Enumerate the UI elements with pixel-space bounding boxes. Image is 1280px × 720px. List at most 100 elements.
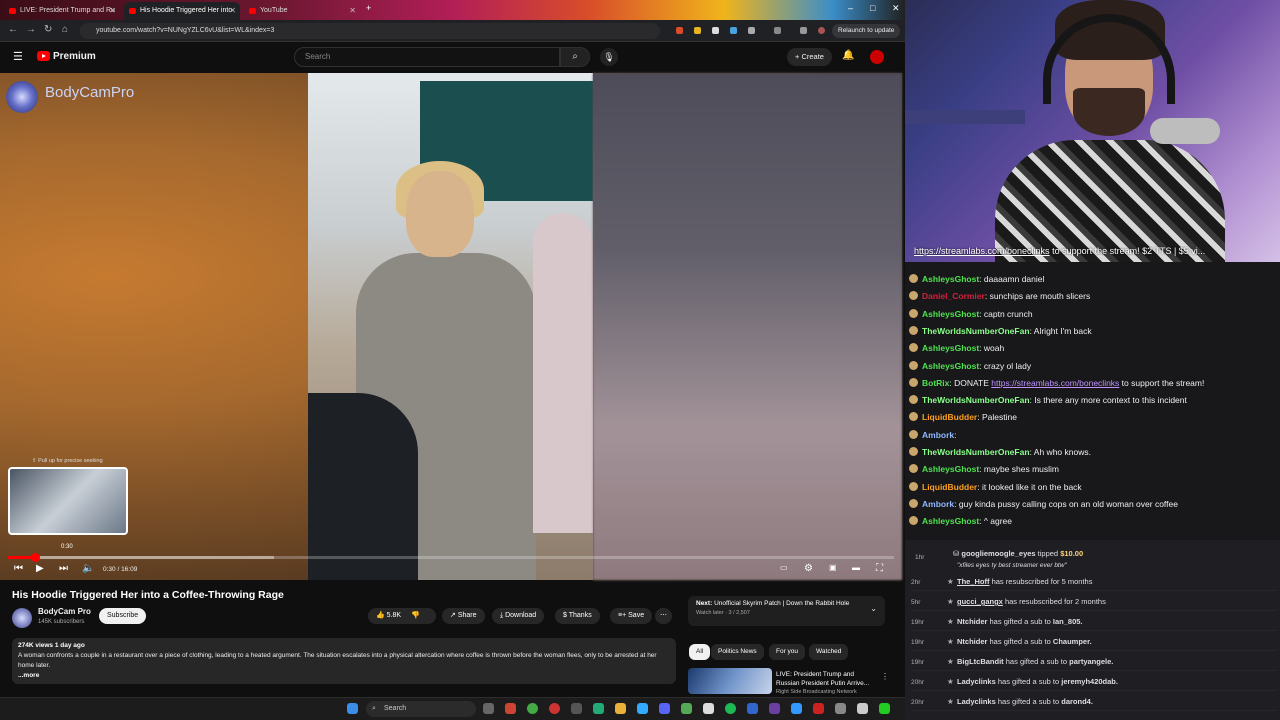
kebab-menu-icon[interactable]: ⋮ (881, 672, 889, 681)
close-tab-icon[interactable]: ✕ (109, 2, 116, 20)
chat-username[interactable]: BotRix (922, 378, 949, 388)
progress-bar[interactable] (8, 553, 894, 562)
share-button[interactable]: ↗ Share (442, 608, 485, 624)
more-actions-button[interactable]: ⋯ (655, 608, 672, 624)
extension-icon[interactable] (712, 27, 719, 34)
search-input[interactable]: Search (294, 47, 560, 67)
app-icon[interactable] (813, 703, 824, 714)
chat-username[interactable]: AshleysGhost (922, 343, 979, 353)
app-icon[interactable] (879, 703, 890, 714)
chip-for-you[interactable]: For you (769, 644, 806, 660)
menu-icon[interactable]: ☰ (13, 50, 23, 63)
app-icon[interactable] (593, 703, 604, 714)
chevron-down-icon[interactable]: ⌄ (870, 604, 877, 613)
app-icon[interactable] (681, 703, 692, 714)
next-icon[interactable]: ⏭ (59, 563, 68, 574)
recommended-thumbnail[interactable] (688, 668, 772, 694)
chip-watched[interactable]: Watched (809, 644, 849, 660)
app-icon[interactable] (703, 703, 714, 714)
chat-username[interactable]: Ambork (922, 430, 954, 440)
discord-icon[interactable] (659, 703, 670, 714)
scrubber-handle[interactable] (31, 553, 41, 562)
playlist-next-panel[interactable]: Next: Unofficial Skyrim Patch | Down the… (688, 596, 885, 626)
captions-icon[interactable]: ▭ (780, 563, 788, 572)
event-user[interactable]: Ladyclinks (957, 677, 996, 686)
puzzle-icon[interactable] (748, 27, 755, 34)
close-tab-icon[interactable]: ✕ (349, 2, 356, 20)
search-button[interactable]: ⌕ (560, 47, 590, 67)
chat-username[interactable]: TheWorldsNumberOneFan (922, 395, 1030, 405)
app-icon[interactable] (505, 703, 516, 714)
taskbar-search[interactable]: ⌕ Search (366, 701, 476, 717)
chat-username[interactable]: LiquidBudder (922, 412, 977, 422)
recommended-title[interactable]: LIVE: President Trump and Russian Presid… (776, 670, 878, 688)
new-tab-icon[interactable]: + (366, 3, 371, 13)
home-icon[interactable]: ⌂ (62, 24, 68, 35)
avatar[interactable] (870, 50, 884, 64)
app-icon[interactable] (835, 703, 846, 714)
profile-icon[interactable] (818, 27, 825, 34)
forward-icon[interactable]: → (26, 24, 36, 35)
app-icon[interactable] (747, 703, 758, 714)
like-icon[interactable]: 👍 (376, 612, 385, 619)
chat-username[interactable]: AshleysGhost (922, 464, 979, 474)
chat-username[interactable]: AshleysGhost (922, 516, 979, 526)
create-button[interactable]: + Create (787, 48, 832, 66)
play-icon[interactable]: ▶ (36, 563, 44, 574)
channel-avatar[interactable] (12, 608, 32, 628)
close-window-icon[interactable]: ✕ (892, 3, 900, 14)
download-button[interactable]: ⤓ Download (492, 608, 545, 624)
voice-search-button[interactable]: 🎙 (600, 48, 618, 66)
event-user[interactable]: The_Hoff (957, 577, 990, 586)
address-bar[interactable]: youtube.com/watch?v=NUNgYZLC6vU&list=WL&… (80, 23, 660, 39)
extension-icon[interactable] (676, 27, 683, 34)
tab-youtube[interactable]: YouTube ✕ (244, 2, 360, 20)
description-box[interactable]: 274K views 1 day ago A woman confronts a… (12, 638, 676, 684)
show-more-link[interactable]: ...more (18, 672, 39, 679)
youtube-logo-icon[interactable] (37, 51, 50, 61)
event-target-user[interactable]: jeremyh420dab. (1061, 677, 1118, 686)
dislike-icon[interactable]: 👎 (411, 612, 420, 619)
chat-username[interactable]: TheWorldsNumberOneFan (922, 447, 1030, 457)
subscribe-button[interactable]: Subscribe (99, 608, 147, 624)
extension-icon[interactable] (730, 27, 737, 34)
app-icon[interactable] (571, 703, 582, 714)
app-icon[interactable] (769, 703, 780, 714)
start-icon[interactable] (347, 703, 358, 714)
thanks-button[interactable]: $ Thanks (555, 608, 600, 624)
notifications-bell-icon[interactable]: 🔔 (842, 50, 854, 61)
event-target-user[interactable]: darond4. (1061, 697, 1093, 706)
maximize-icon[interactable]: □ (870, 3, 875, 13)
reload-icon[interactable]: ↻ (44, 24, 52, 35)
tab-trump-live[interactable]: LIVE: President Trump and Ru ✕ (4, 2, 120, 20)
event-user[interactable]: Ladyclinks (957, 697, 996, 706)
channel-name[interactable]: BodyCam Pro (38, 607, 91, 616)
telegram-icon[interactable] (637, 703, 648, 714)
chat-username[interactable]: Ambork (922, 499, 954, 509)
volume-icon[interactable]: 🔈 (82, 563, 94, 574)
event-user[interactable]: Ntchider (957, 637, 987, 646)
chrome-icon[interactable] (527, 703, 538, 714)
event-target-user[interactable]: Ian_805. (1053, 617, 1083, 626)
app-icon[interactable] (857, 703, 868, 714)
folder-icon[interactable] (615, 703, 626, 714)
app-icon[interactable] (791, 703, 802, 714)
event-user[interactable]: Ntchider (957, 617, 987, 626)
event-target-user[interactable]: partyangele. (1069, 657, 1113, 666)
download-icon[interactable] (800, 27, 807, 34)
app-icon[interactable] (549, 703, 560, 714)
save-button[interactable]: ≡+ Save (610, 608, 653, 624)
chat-username[interactable]: LiquidBudder (922, 482, 977, 492)
chip-politics-news[interactable]: Politics News (711, 644, 764, 660)
previous-icon[interactable]: ⏮ (14, 563, 23, 574)
relaunch-button[interactable]: Relaunch to update (832, 24, 901, 38)
spotify-icon[interactable] (725, 703, 736, 714)
streamlabs-link[interactable]: https://streamlabs.com/boneclinks (914, 246, 1050, 256)
video-player[interactable]: BodyCamPro ⇧ Pull up for precise seeking… (0, 73, 902, 580)
tab-hoodie-video[interactable]: His Hoodie Triggered Her into ✕ (124, 2, 240, 20)
extension-icon[interactable] (694, 27, 701, 34)
chat-username[interactable]: Daniel_Cormier (922, 291, 985, 301)
minimize-icon[interactable]: – (848, 3, 853, 13)
chat-username[interactable]: AshleysGhost (922, 274, 979, 284)
chip-all[interactable]: All (689, 644, 711, 660)
